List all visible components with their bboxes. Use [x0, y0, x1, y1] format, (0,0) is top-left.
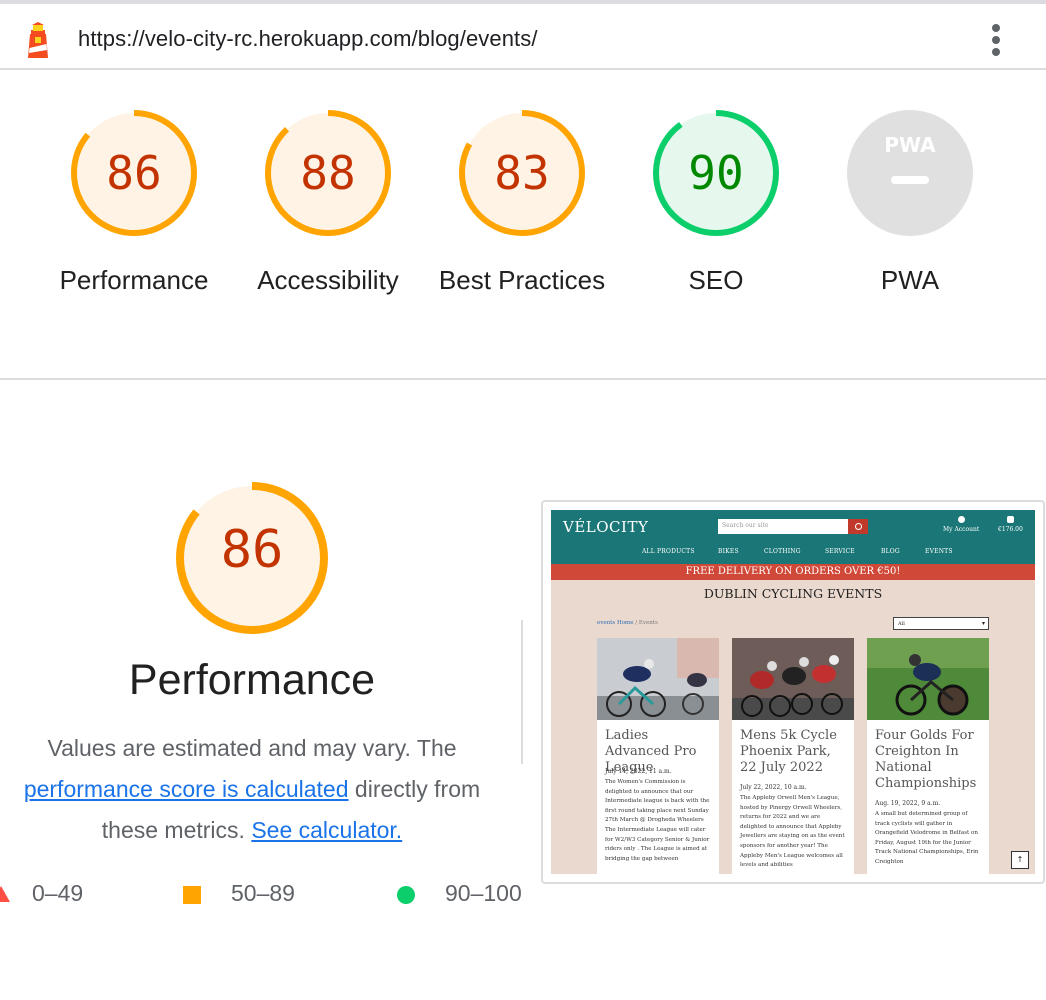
square-icon: [183, 886, 201, 904]
cart-label: €176.00: [998, 526, 1023, 533]
events-title: DUBLIN CYCLING EVENTS: [703, 586, 883, 601]
performance-score-value: 86: [220, 520, 284, 580]
score-label: PWA: [880, 265, 940, 295]
pwa-badge-text: PWA: [884, 133, 936, 157]
score-label: Best Practices: [438, 265, 606, 295]
nav-item: BIKES: [718, 548, 739, 555]
event-card: Mens 5k Cycle Phoenix Park, 22 July 2022…: [732, 638, 854, 874]
nav-item: ALL PRODUCTS: [642, 548, 695, 555]
score-value: 90: [688, 146, 744, 200]
score-value: 86: [106, 146, 162, 200]
breadcrumb: events Home / Events: [597, 620, 658, 626]
event-date: July 22, 2022, 10 a.m.: [740, 784, 807, 791]
event-card: Ladies Advanced Pro League July 14, 2022…: [597, 638, 719, 874]
score-calculated-link[interactable]: performance score is calculated: [24, 776, 349, 802]
breadcrumb-current: / Events: [633, 620, 658, 626]
event-title: Four Golds For Creighton In National Cha…: [875, 728, 977, 791]
lighthouse-icon: [28, 22, 48, 58]
delivery-banner: FREE DELIVERY ON ORDERS OVER €50!: [551, 564, 1035, 580]
divider: [521, 620, 523, 764]
performance-description: Values are estimated and may vary. The p…: [0, 728, 504, 851]
legend-fail-label: 0–49: [32, 880, 84, 906]
nav-item: SERVICE: [825, 548, 855, 555]
gauge-accessibility[interactable]: 88 Accessibility: [233, 108, 423, 300]
score-label: SEO: [688, 265, 744, 295]
event-body: The Women's Commission is delighted to a…: [605, 779, 710, 862]
event-date: July 14, 2022, 11 a.m.: [605, 768, 672, 775]
desc-text: Values are estimated and may vary. The: [47, 735, 457, 761]
gauge-pwa[interactable]: PWA PWA: [815, 108, 1005, 300]
score-value: 88: [300, 146, 356, 200]
pwa-badge-icon: PWA: [847, 110, 973, 236]
more-options-icon[interactable]: [986, 22, 1006, 58]
search-icon: [848, 519, 868, 534]
nav-item: EVENTS: [925, 548, 953, 555]
site-header: VÉLOCITY Search our site My Account €176…: [551, 510, 1035, 564]
events-filter-select: All: [893, 617, 989, 630]
back-to-top-icon: ↑: [1011, 851, 1029, 869]
breadcrumb-home: events Home: [597, 620, 634, 626]
score-summary: 86 Performance 88 Accessibility 83 Best …: [0, 70, 1046, 380]
account-label: My Account: [943, 526, 980, 533]
legend-pass-label: 90–100: [445, 880, 522, 906]
legend-average-label: 50–89: [231, 880, 295, 906]
event-date: Aug. 19, 2022, 9 a.m.: [875, 800, 941, 807]
gauge-performance[interactable]: 86 Performance: [39, 108, 229, 300]
cyclist-photo: [867, 638, 989, 720]
performance-title: Performance: [128, 656, 376, 704]
score-label: Performance: [59, 265, 209, 295]
url-bar: https://velo-city-rc.herokuapp.com/blog/…: [0, 0, 1046, 70]
final-screenshot: VÉLOCITY Search our site My Account €176…: [551, 510, 1035, 874]
nav-item: BLOG: [881, 548, 900, 555]
gauge-seo[interactable]: 90 SEO: [621, 108, 811, 300]
triangle-icon: [0, 886, 10, 902]
event-title: Mens 5k Cycle Phoenix Park, 22 July 2022: [740, 728, 837, 775]
site-search-input: Search our site: [718, 519, 848, 534]
event-body: The Appleby Orwell Men's League, hosted …: [740, 795, 845, 869]
nav-item: CLOTHING: [764, 548, 801, 555]
page-url: https://velo-city-rc.herokuapp.com/blog/…: [78, 26, 538, 51]
see-calculator-link[interactable]: See calculator.: [251, 817, 402, 843]
cyclist-photo: [732, 638, 854, 720]
circle-icon: [397, 886, 415, 904]
cart-icon: €176.00: [998, 516, 1023, 533]
event-body: A small but determined group of track cy…: [875, 811, 979, 865]
account-icon: My Account: [943, 516, 979, 533]
site-logo: VÉLOCITY: [563, 518, 649, 536]
score-value: 83: [494, 146, 550, 200]
score-label: Accessibility: [257, 265, 399, 295]
event-card: Four Golds For Creighton In National Cha…: [867, 638, 989, 874]
gauge-best-practices[interactable]: 83 Best Practices: [427, 108, 617, 300]
cyclist-photo: [597, 638, 719, 720]
